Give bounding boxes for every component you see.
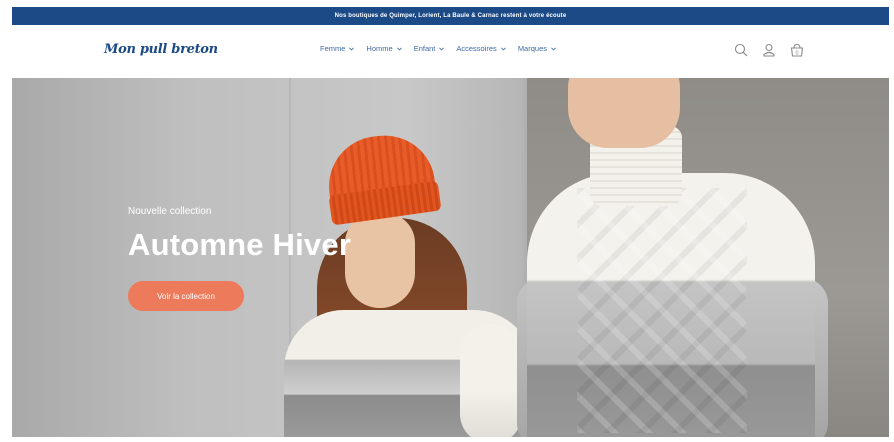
cart-icon[interactable]: 0: [789, 42, 805, 58]
page-frame: Nos boutiques de Quimper, Lorient, La Ba…: [12, 7, 889, 437]
model-woman-face: [345, 213, 415, 308]
cart-count: 0: [795, 50, 798, 56]
model-man-cable-knit: [577, 188, 747, 433]
nav-item-label: Accessoires: [456, 44, 497, 53]
nav-item-label: Femme: [320, 44, 346, 53]
chevron-down-icon: [349, 47, 355, 51]
chevron-down-icon: [500, 47, 506, 51]
chevron-down-icon: [551, 47, 556, 51]
nav-item-enfant[interactable]: Enfant: [414, 44, 446, 53]
nav-item-label: Enfant: [413, 44, 436, 53]
model-man-face: [568, 78, 680, 148]
hero-title: Automne Hiver: [128, 227, 352, 262]
nav-item-label: Marques: [517, 44, 547, 53]
header-icons: 0: [733, 42, 805, 58]
nav-item-label: Homme: [366, 44, 393, 53]
hero-banner: Nouvelle collection Automne Hiver Voir l…: [12, 78, 889, 437]
nav-item-accessoires[interactable]: Accessoires: [456, 44, 506, 53]
nav-item-femme[interactable]: Femme: [320, 44, 355, 53]
nav-item-marques[interactable]: Marques: [518, 44, 557, 53]
collection-button[interactable]: Voir la collection: [128, 281, 244, 311]
hero-eyebrow: Nouvelle collection: [128, 206, 212, 217]
announcement-bar: Nos boutiques de Quimper, Lorient, La Ba…: [12, 7, 889, 25]
chevron-down-icon: [439, 47, 445, 51]
site-header: Mon pull breton Femme Homme Enfant Acces…: [12, 25, 889, 78]
search-icon[interactable]: [733, 42, 749, 58]
hero-text: Nouvelle collection Automne Hiver Voir l…: [128, 206, 351, 311]
account-icon[interactable]: [761, 42, 777, 58]
main-nav: Femme Homme Enfant Accessoires Marques: [320, 44, 557, 53]
model-woman-arm: [460, 324, 522, 437]
nav-item-homme[interactable]: Homme: [366, 44, 402, 53]
brand-logo[interactable]: Mon pull breton: [104, 42, 218, 57]
chevron-down-icon: [396, 47, 402, 51]
announcement-text: Nos boutiques de Quimper, Lorient, La Ba…: [334, 13, 567, 19]
